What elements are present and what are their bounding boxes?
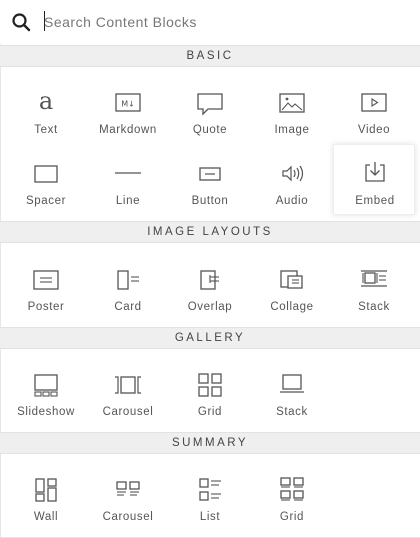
embed-icon	[360, 157, 390, 187]
block-stack[interactable]: Stack	[333, 257, 415, 327]
block-label: Line	[115, 195, 141, 207]
line-icon	[113, 159, 143, 189]
block-video[interactable]: Video	[333, 80, 415, 150]
summary-carousel-icon	[113, 475, 143, 505]
block-label: Embed	[355, 195, 395, 207]
block-label: Slideshow	[17, 406, 75, 418]
block-embed[interactable]: Embed	[333, 144, 415, 215]
block-label: Overlap	[187, 301, 233, 313]
video-icon	[359, 88, 389, 118]
content-blocks-panel: BASIC a Text M↓ Markdown Quote Image Vid…	[0, 0, 420, 538]
block-label: Grid	[279, 511, 305, 523]
block-label: Card	[114, 301, 142, 313]
section-header-summary: SUMMARY	[0, 432, 420, 454]
block-label: Text	[34, 124, 58, 136]
section-header-gallery: GALLERY	[0, 327, 420, 349]
section-header-image-layouts: IMAGE LAYOUTS	[0, 221, 420, 243]
block-label: Carousel	[102, 406, 154, 418]
summary-grid-icon	[277, 475, 307, 505]
block-gallery-stack[interactable]: Stack	[251, 362, 333, 432]
carousel-icon	[113, 370, 143, 400]
text-caret	[44, 11, 45, 31]
block-carousel[interactable]: Carousel	[87, 362, 169, 432]
block-list[interactable]: List	[169, 467, 251, 537]
block-label: Collage	[270, 301, 314, 313]
list-icon	[195, 475, 225, 505]
markdown-icon: M↓	[113, 88, 143, 118]
gallery-stack-icon	[277, 370, 307, 400]
block-label: Stack	[358, 301, 390, 313]
quote-icon	[195, 88, 225, 118]
block-label: Poster	[27, 301, 65, 313]
block-label: List	[199, 511, 221, 523]
block-summary-carousel[interactable]: Carousel	[87, 467, 169, 537]
spacer-icon	[31, 159, 61, 189]
block-button[interactable]: Button	[169, 151, 251, 221]
block-label: Video	[357, 124, 391, 136]
slideshow-icon	[31, 370, 61, 400]
block-summary-grid[interactable]: Grid	[251, 467, 333, 537]
block-label: Quote	[192, 124, 228, 136]
button-icon	[195, 159, 225, 189]
audio-icon	[277, 159, 307, 189]
block-label: Carousel	[102, 511, 154, 523]
search-bar	[0, 0, 420, 44]
wall-icon	[31, 475, 61, 505]
search-icon[interactable]	[11, 12, 31, 32]
block-text[interactable]: a Text	[5, 80, 87, 150]
poster-icon	[31, 265, 61, 295]
block-collage[interactable]: Collage	[251, 257, 333, 327]
block-slideshow[interactable]: Slideshow	[5, 362, 87, 432]
block-wall[interactable]: Wall	[5, 467, 87, 537]
block-label: Wall	[33, 511, 59, 523]
block-markdown[interactable]: M↓ Markdown	[87, 80, 169, 150]
block-grid[interactable]: Grid	[169, 362, 251, 432]
block-label: Grid	[197, 406, 223, 418]
block-audio[interactable]: Audio	[251, 151, 333, 221]
image-icon	[277, 88, 307, 118]
collage-icon	[277, 265, 307, 295]
block-quote[interactable]: Quote	[169, 80, 251, 150]
block-label: Markdown	[99, 124, 157, 136]
block-label: Image	[274, 124, 310, 136]
card-icon	[113, 265, 143, 295]
overlap-icon	[195, 265, 225, 295]
stack-icon	[359, 265, 389, 295]
block-image[interactable]: Image	[251, 80, 333, 150]
block-poster[interactable]: Poster	[5, 257, 87, 327]
block-card[interactable]: Card	[87, 257, 169, 327]
svg-text:M↓: M↓	[121, 100, 135, 109]
block-label: Button	[191, 195, 229, 207]
block-line[interactable]: Line	[87, 151, 169, 221]
block-label: Audio	[275, 195, 309, 207]
text-icon: a	[38, 87, 54, 115]
panel-left-border	[0, 0, 1, 538]
block-spacer[interactable]: Spacer	[5, 151, 87, 221]
grid-icon	[195, 370, 225, 400]
section-header-basic: BASIC	[0, 45, 420, 67]
search-input[interactable]	[44, 10, 404, 34]
block-overlap[interactable]: Overlap	[169, 257, 251, 327]
block-label: Spacer	[25, 195, 67, 207]
block-label: Stack	[276, 406, 308, 418]
